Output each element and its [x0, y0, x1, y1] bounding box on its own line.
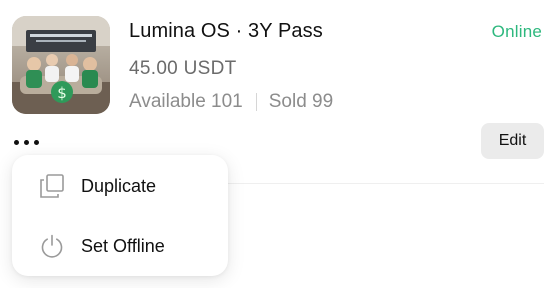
product-title: Lumina OS · 3Y Pass	[129, 20, 323, 42]
product-thumbnail: $	[12, 16, 110, 114]
row-divider	[228, 183, 544, 184]
menu-item-label: Duplicate	[81, 175, 157, 196]
more-dots-icon[interactable]	[14, 135, 44, 149]
stock-info: Available 101 Sold 99	[129, 91, 333, 113]
svg-text:$: $	[57, 84, 67, 102]
power-icon	[38, 232, 66, 260]
menu-item-label: Set Offline	[81, 235, 165, 256]
available-count: Available 101	[129, 91, 243, 112]
product-price: 45.00 USDT	[129, 58, 237, 79]
context-menu: Duplicate Set Offline	[12, 155, 228, 276]
stock-divider	[255, 93, 257, 111]
menu-item-set-offline[interactable]: Set Offline	[12, 217, 228, 275]
edit-button[interactable]: Edit	[481, 123, 544, 159]
duplicate-icon	[38, 172, 66, 200]
status-badge: Online	[491, 22, 542, 41]
sold-count: Sold 99	[268, 91, 334, 112]
menu-item-duplicate[interactable]: Duplicate	[12, 157, 228, 215]
